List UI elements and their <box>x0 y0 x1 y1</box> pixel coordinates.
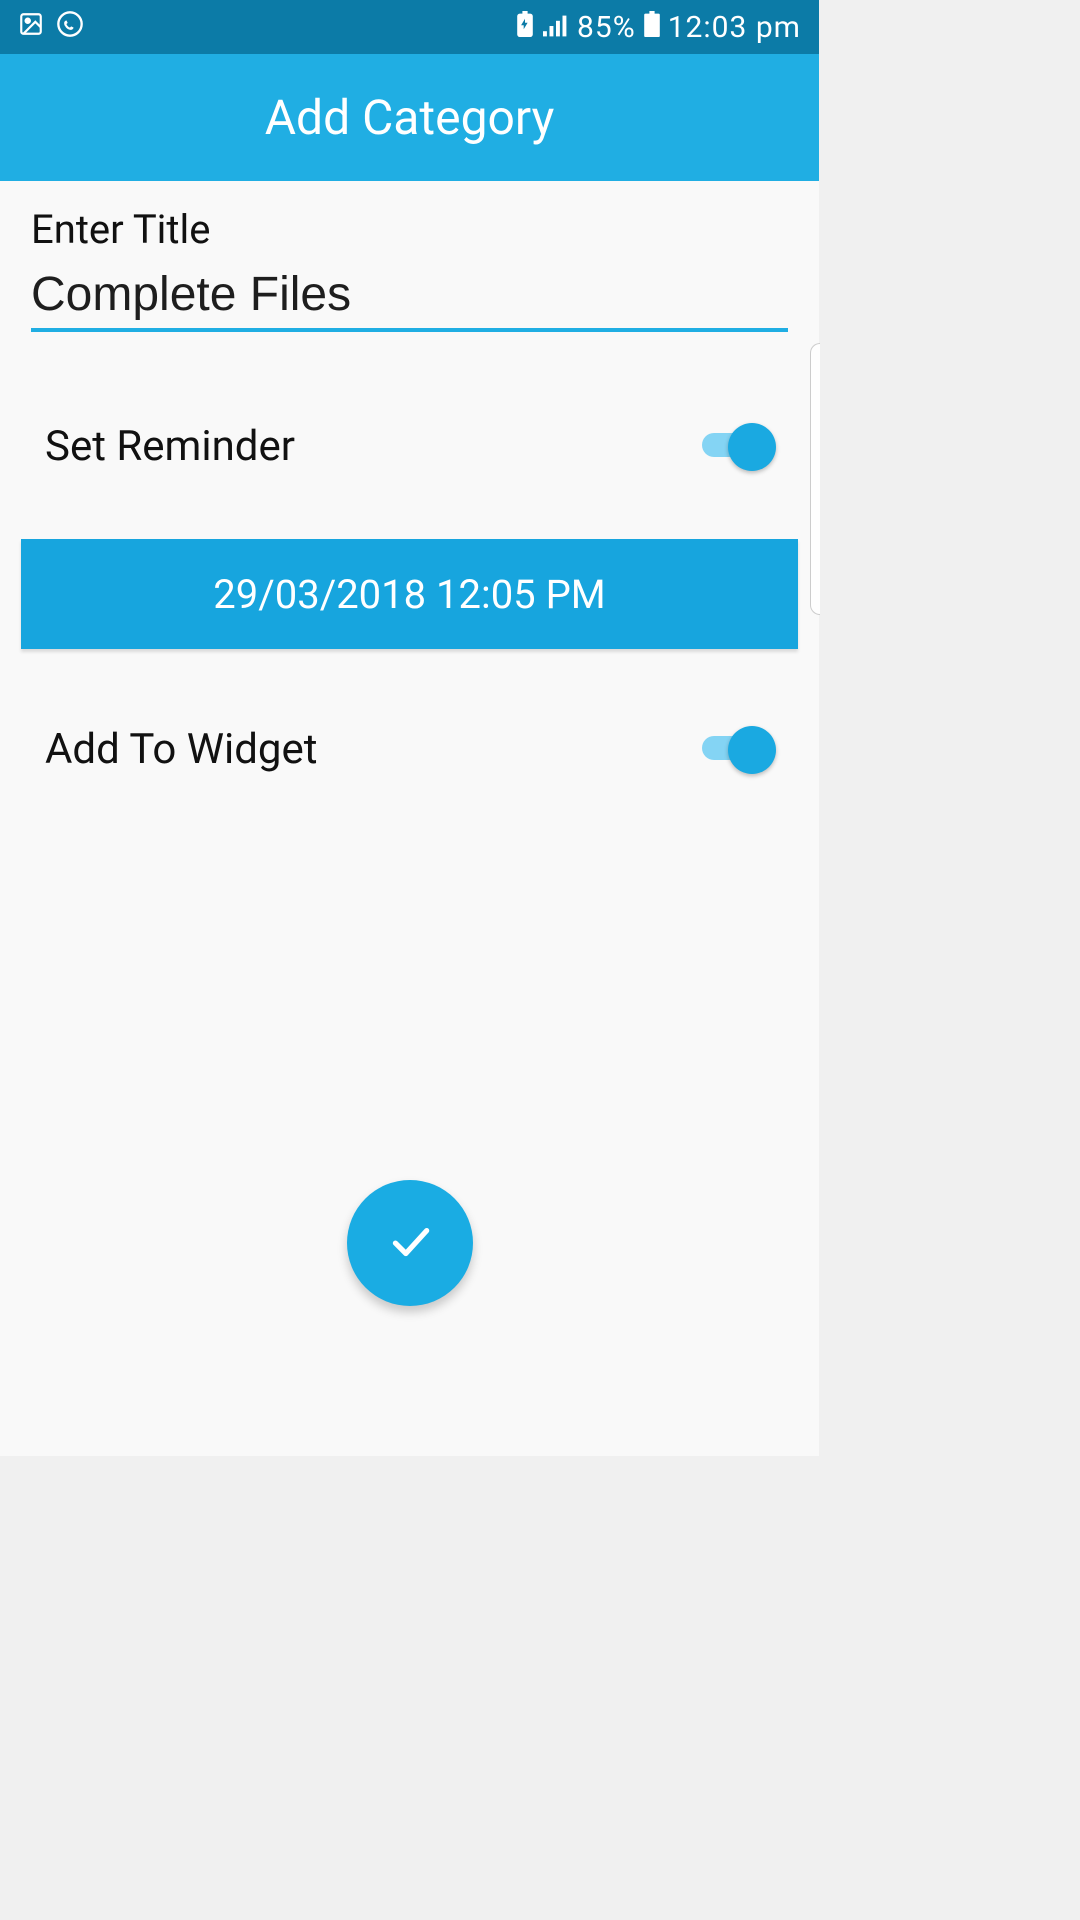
check-icon <box>385 1216 435 1270</box>
picture-icon <box>18 11 44 44</box>
set-reminder-toggle[interactable] <box>702 423 774 471</box>
content-area: Enter Title Set Reminder 29/03/2018 12:0… <box>0 181 819 1456</box>
status-bar: 85% 12:03 pm <box>0 0 819 54</box>
set-reminder-row: Set Reminder <box>31 422 788 471</box>
whatsapp-icon <box>56 10 84 45</box>
battery-percent: 85% <box>577 10 636 45</box>
confirm-button[interactable] <box>347 1180 473 1306</box>
add-to-widget-toggle[interactable] <box>702 726 774 774</box>
toggle-thumb <box>728 423 776 471</box>
add-to-widget-row: Add To Widget <box>31 725 788 774</box>
status-left <box>18 10 84 45</box>
title-input[interactable] <box>31 261 788 332</box>
title-field-label: Enter Title <box>31 206 788 253</box>
page-title: Add Category <box>265 89 555 146</box>
set-reminder-label: Set Reminder <box>45 422 295 471</box>
battery-icon <box>644 11 660 44</box>
status-right: 85% 12:03 pm <box>515 10 801 45</box>
edge-panel-handle[interactable] <box>810 343 820 615</box>
datetime-picker-button[interactable]: 29/03/2018 12:05 PM <box>21 539 798 649</box>
battery-saver-icon <box>515 11 535 44</box>
add-to-widget-label: Add To Widget <box>45 725 318 774</box>
datetime-value: 29/03/2018 12:05 PM <box>213 571 605 618</box>
status-clock: 12:03 pm <box>668 10 801 45</box>
signal-icon <box>543 11 569 44</box>
toggle-thumb <box>728 726 776 774</box>
app-bar: Add Category <box>0 54 819 181</box>
